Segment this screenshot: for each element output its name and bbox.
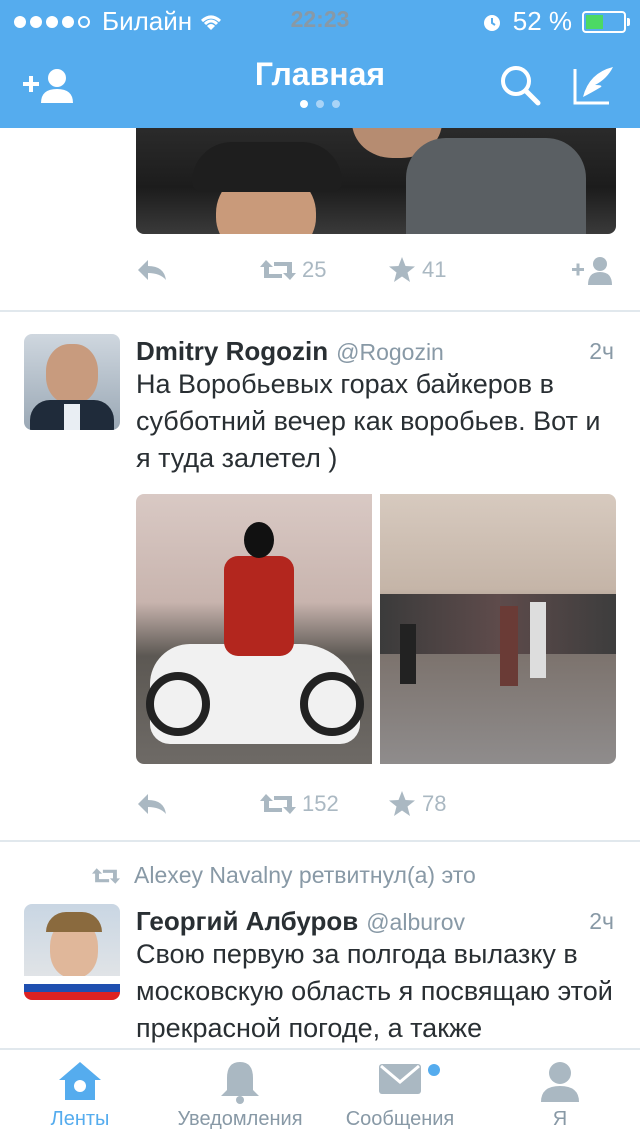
reply-icon [138, 260, 166, 280]
tweet-photo[interactable] [136, 494, 372, 764]
favorite-button[interactable]: 78 [388, 784, 446, 824]
retweet-context-text: Alexey Navalny ретвитнул(а) это [134, 862, 476, 888]
retweet-icon [260, 260, 296, 280]
author-name: Dmitry Rogozin [136, 336, 329, 366]
retweet-button[interactable]: 152 [260, 784, 339, 824]
reply-button[interactable] [136, 250, 168, 290]
tweet[interactable]: Alexey Navalny ретвитнул(а) это Георгий … [0, 840, 640, 1048]
favorite-count: 41 [422, 257, 447, 282]
compose-button[interactable] [566, 60, 622, 110]
tweet-photo[interactable] [136, 128, 616, 234]
tab-notifications[interactable]: Уведомления [160, 1050, 320, 1138]
avatar[interactable] [24, 334, 120, 430]
star-icon [389, 791, 415, 816]
retweet-count: 25 [302, 257, 327, 282]
favorite-count: 78 [422, 791, 447, 816]
tweet-actions: 25 41 [136, 250, 616, 290]
author-name: Георгий Албуров [136, 906, 359, 936]
follow-button[interactable] [572, 250, 616, 290]
search-icon [501, 66, 541, 106]
author-handle: @alburov [366, 909, 465, 935]
envelope-icon [379, 1064, 421, 1094]
tweet-text: На Воробьевых горах байкеров в субботний… [136, 369, 601, 473]
tweet-actions: 152 78 [136, 784, 616, 824]
tweet[interactable]: 25 41 [0, 128, 640, 312]
tweet-text: Свою первую за полгода вылазку в московс… [136, 939, 613, 1043]
navigation-bar: Главная [0, 40, 640, 128]
tweet-time: 2ч [589, 908, 614, 934]
tweet-time: 2ч [589, 338, 614, 364]
battery-icon [582, 10, 630, 33]
home-icon [59, 1062, 101, 1100]
status-right: 52 % [481, 6, 630, 37]
tweet-author[interactable]: Dmitry Rogozin @Rogozin [136, 336, 444, 367]
page-dot [300, 100, 308, 108]
tab-timelines[interactable]: Ленты [0, 1050, 160, 1138]
bell-icon [221, 1062, 259, 1104]
tab-me[interactable]: Я [480, 1050, 640, 1138]
tab-label: Уведомления [177, 1108, 303, 1130]
reply-icon [138, 794, 166, 814]
search-button[interactable] [492, 60, 548, 110]
add-user-icon [572, 257, 612, 285]
tab-label: Сообщения [345, 1108, 455, 1130]
tab-messages[interactable]: Сообщения [320, 1050, 480, 1138]
battery-percent: 52 % [512, 6, 572, 36]
favorite-button[interactable]: 41 [388, 250, 446, 290]
person-icon [541, 1062, 579, 1102]
retweet-context: Alexey Navalny ретвитнул(а) это [92, 862, 476, 889]
status-bar: Билайн 22:23 52 % [0, 0, 640, 40]
author-handle: @Rogozin [336, 339, 444, 365]
page-dot [316, 100, 324, 108]
tab-label: Ленты [50, 1108, 110, 1130]
retweet-icon [92, 867, 120, 884]
page-dot [332, 100, 340, 108]
timeline-feed[interactable]: 25 41 Dmitry Rogozin @Rogozin 2ч На Вороб… [0, 128, 640, 1048]
retweet-button[interactable]: 25 [260, 250, 326, 290]
tweet-photo[interactable] [380, 494, 616, 764]
compose-icon [573, 67, 613, 105]
tab-label: Я [552, 1108, 568, 1130]
retweet-count: 152 [302, 791, 339, 816]
reply-button[interactable] [136, 784, 168, 824]
tweet-author[interactable]: Георгий Албуров @alburov [136, 906, 465, 937]
alarm-icon [483, 14, 500, 31]
unread-badge [428, 1064, 440, 1076]
retweet-icon [260, 794, 296, 814]
tab-bar: Ленты Уведомления Сообщения Я [0, 1048, 640, 1138]
star-icon [389, 257, 415, 282]
tweet[interactable]: Dmitry Rogozin @Rogozin 2ч На Воробьевых … [0, 310, 640, 842]
avatar[interactable] [24, 904, 120, 1000]
